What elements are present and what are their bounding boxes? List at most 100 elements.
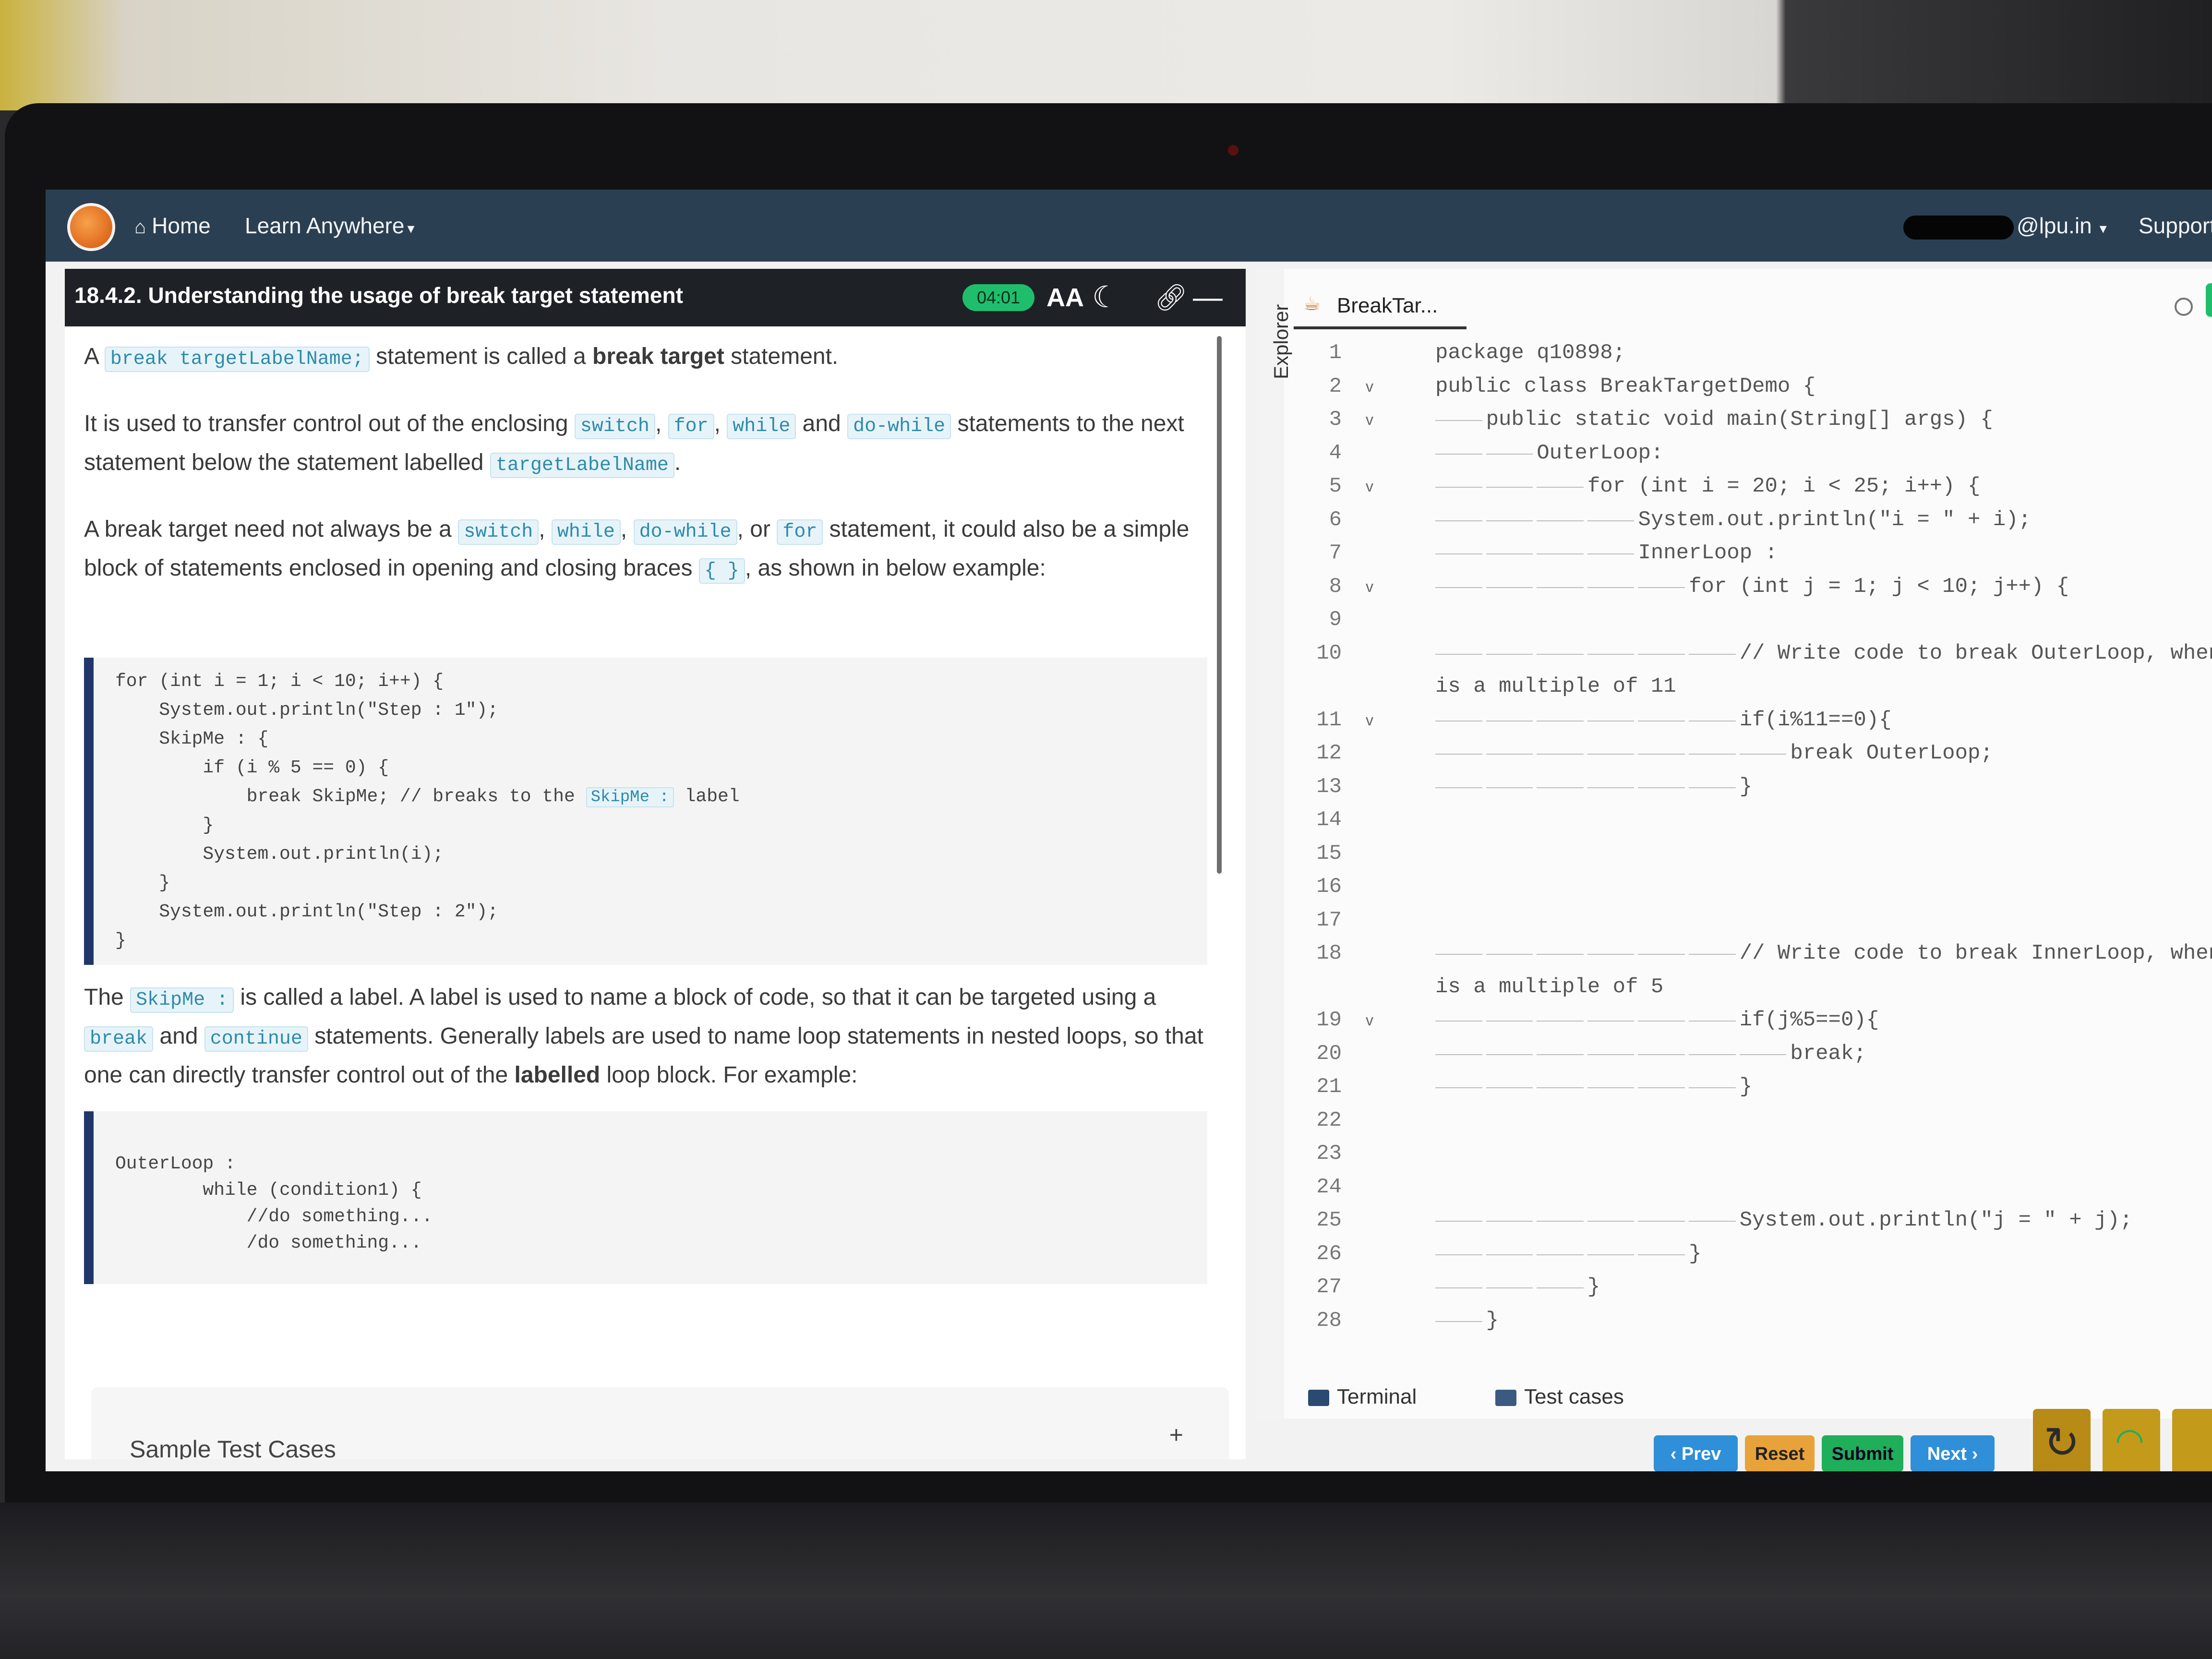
line-number: 12 [1316,741,1342,765]
code-line: InnerLoop : [1435,541,1778,565]
line-number: 24 [1316,1175,1342,1199]
sample-test-cases-panel[interactable]: Sample Test Cases + [91,1387,1229,1459]
indent-guide [1537,1221,1584,1222]
indent-guide [1638,1087,1685,1088]
indent-guide [1486,520,1533,521]
prev-button[interactable]: ‹ Prev [1654,1435,1738,1471]
indent-guide [1537,1254,1584,1255]
indent-guide [1587,1054,1635,1055]
line-number: 8 [1329,574,1342,599]
terminal-icon [1308,1390,1329,1407]
next-button[interactable]: Next › [1911,1435,1995,1471]
paragraph-1: A break targetLabelName; statement is ca… [84,338,1222,377]
code-line: break; [1435,1041,1866,1066]
line-number: 28 [1316,1308,1342,1333]
indent-guide [1587,1254,1635,1255]
line-number: 4 [1329,441,1342,465]
indent-guide [1587,653,1635,655]
code-line: public class BreakTargetDemo { [1435,374,1816,398]
indent-guide [1435,1221,1482,1222]
code-line: // Write code to break InnerLoop, when j [1435,941,2212,965]
test-cases-tab[interactable]: Test cases [1495,1385,1624,1409]
wifi-button[interactable]: ◠ [2103,1409,2160,1471]
code-example-2: OuterLoop : while (condition1) { //do so… [84,1111,1207,1284]
indent-guide [1689,787,1736,788]
nav-home[interactable]: ⌂ Home [134,209,211,244]
indent-guide [1486,487,1533,488]
line-number: 5 [1329,474,1342,498]
indent-guide [1689,1054,1736,1055]
fold-chevron-icon[interactable]: v [1366,403,1373,436]
code-editor[interactable]: 1 package q10898; 2 v public class BreakTarg… [1284,336,2212,1334]
indent-guide [1486,1287,1533,1288]
fold-chevron-icon[interactable]: v [1366,1003,1373,1037]
indent-guide [1486,553,1533,554]
indent-guide [1587,520,1635,521]
link-icon[interactable]: 🔗︎ [1154,278,1188,317]
indent-guide [1486,954,1533,955]
indent-guide [1486,1221,1533,1222]
line-number: 10 [1316,641,1342,665]
code-line: package q10898; [1435,341,1626,365]
font-size-icon[interactable]: AA [1046,278,1084,317]
terminal-tab[interactable]: Terminal [1308,1385,1417,1409]
nav-support[interactable]: Support [2139,209,2212,242]
indent-guide [1435,1021,1482,1022]
indent-guide [1638,1254,1685,1255]
run-button[interactable] [2206,283,2212,317]
extra-button[interactable] [2172,1409,2212,1471]
timer-badge: 04:01 [962,284,1034,311]
line-number: 15 [1316,841,1342,866]
indent-guide [1486,587,1533,588]
user-menu[interactable]: @lpu.in ▾ [1903,209,2107,246]
reset-button[interactable]: Reset [1745,1435,1815,1471]
indent-guide [1537,954,1584,955]
indent-guide [1435,1087,1482,1088]
indent-guide [1537,1287,1584,1288]
indent-guide [1537,653,1584,655]
indent-guide [1638,954,1685,955]
line-number: 19 [1316,1008,1342,1032]
redacted-username [1903,215,2014,240]
indent-guide [1537,487,1584,488]
dark-mode-icon[interactable]: ☾ [1092,278,1119,317]
expand-plus-icon[interactable]: + [1169,1421,1183,1449]
file-tab[interactable]: ☕︎ BreakTar... [1294,269,1467,329]
fold-chevron-icon[interactable]: v [1366,370,1373,403]
indent-guide [1435,1321,1482,1322]
line-number: 26 [1316,1241,1342,1266]
indent-guide [1435,487,1482,488]
indent-guide [1537,1087,1584,1088]
line-number: 23 [1316,1142,1342,1166]
line-number: 20 [1316,1041,1342,1066]
indent-guide [1435,1287,1482,1288]
line-number: 22 [1316,1108,1342,1132]
indent-guide [1435,653,1482,655]
line-number: 13 [1316,774,1342,799]
code-line: for (int j = 1; j < 10; j++) { [1435,574,2069,599]
paragraph-3: A break target need not always be a swit… [84,511,1222,589]
indent-guide [1638,1221,1685,1222]
submit-button[interactable]: Submit [1822,1435,1903,1471]
line-number: 9 [1329,608,1342,632]
minimize-icon[interactable]: — [1193,278,1223,317]
fold-chevron-icon[interactable]: v [1366,703,1373,737]
indent-guide [1689,1221,1736,1222]
indent-guide [1537,553,1584,554]
indent-guide [1435,754,1482,755]
indent-guide [1537,754,1584,755]
fold-chevron-icon[interactable]: v [1366,570,1373,603]
explorer-sidebar[interactable]: Explorer [1255,269,1292,1419]
indent-guide [1435,1254,1482,1255]
line-number: 21 [1316,1075,1342,1099]
nav-learn-anywhere[interactable]: Learn Anywhere ▾ [245,209,415,246]
refresh-icon: ↻ [2044,1419,2080,1467]
line-number: 2 [1329,374,1342,398]
indent-guide [1587,1087,1635,1088]
settings-icon[interactable] [2175,298,2193,316]
refresh-button[interactable]: ↻ [2033,1409,2091,1471]
top-navbar: ⌂ Home Learn Anywhere ▾ @lpu.in ▾ Support [46,190,2212,262]
indent-guide [1587,1221,1635,1222]
fold-chevron-icon[interactable]: v [1366,469,1373,503]
site-logo[interactable] [67,203,115,251]
